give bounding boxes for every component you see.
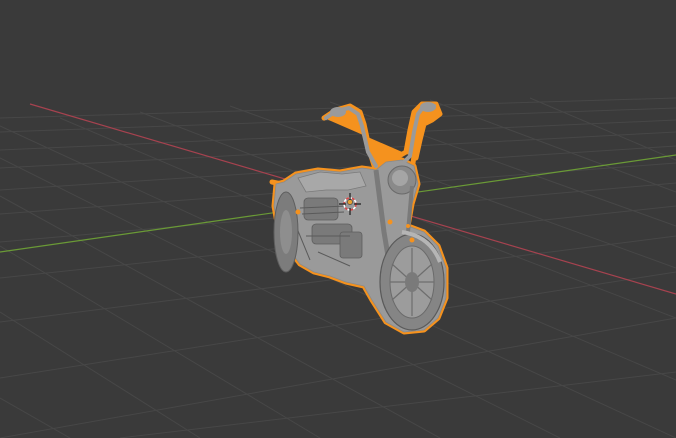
viewport-canvas[interactable] (0, 0, 676, 438)
3d-viewport[interactable] (0, 0, 676, 438)
origin-dot-icon[interactable] (347, 199, 353, 205)
